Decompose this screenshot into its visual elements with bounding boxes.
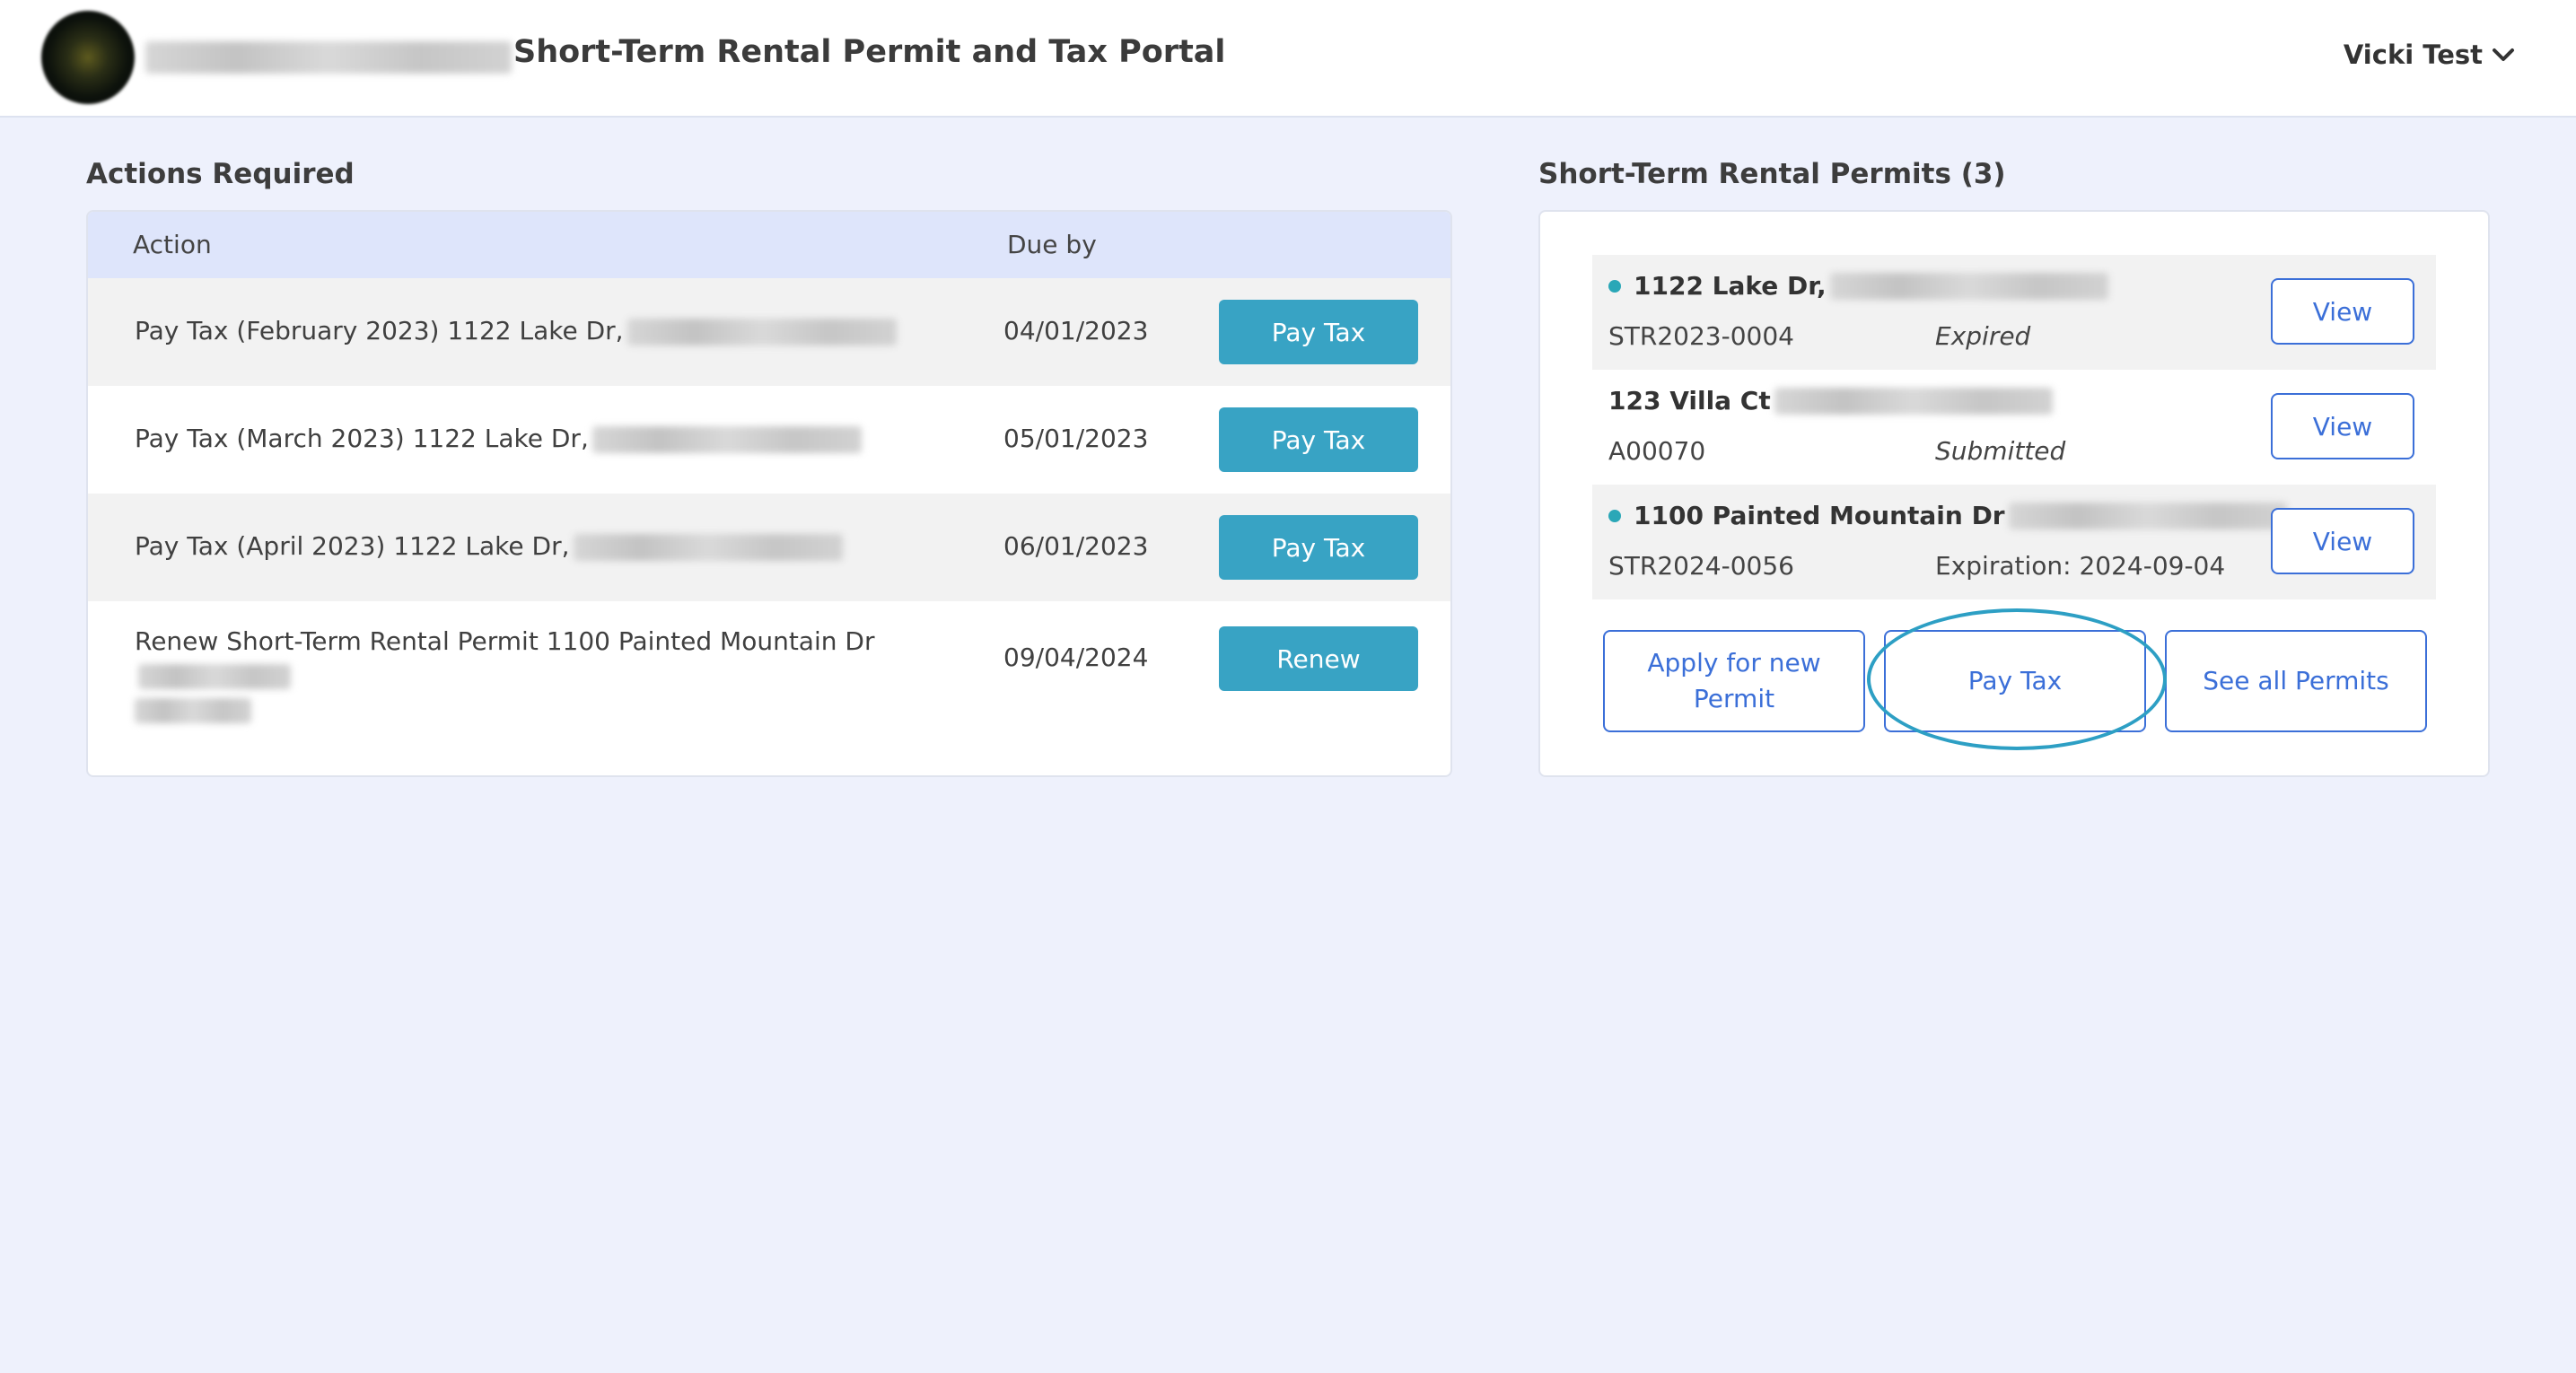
redacted-text xyxy=(1829,272,2108,300)
permit-status: Expiration: 2024-09-04 xyxy=(1935,551,2226,581)
redacted-text xyxy=(2008,502,2287,529)
view-permit-button[interactable]: View xyxy=(2271,393,2414,459)
pay-tax-button[interactable]: Pay Tax xyxy=(1219,515,1418,580)
see-all-permits-button[interactable]: See all Permits xyxy=(2165,630,2427,732)
action-description: Pay Tax (April 2023) 1122 Lake Dr, xyxy=(135,531,843,561)
pay-tax-button[interactable]: Pay Tax xyxy=(1219,300,1418,364)
action-due-date: 05/01/2023 xyxy=(1003,424,1149,453)
redacted-text xyxy=(591,426,862,453)
renew-button[interactable]: Renew xyxy=(1219,626,1418,691)
city-logo[interactable] xyxy=(41,11,135,104)
view-permit-button[interactable]: View xyxy=(2271,278,2414,345)
app-title: Short-Term Rental Permit and Tax Portal xyxy=(513,34,1226,70)
table-row: Renew Short-Term Rental Permit 1100 Pain… xyxy=(88,601,1450,723)
permit-item: 123 Villa Ct A00070 Submitted View xyxy=(1592,370,2436,485)
action-description: Pay Tax (February 2023) 1122 Lake Dr, xyxy=(135,316,897,345)
redacted-city-name xyxy=(145,41,512,74)
column-header-due: Due by xyxy=(1007,230,1097,259)
table-header: Action Due by xyxy=(88,212,1450,278)
chevron-down-icon xyxy=(2492,47,2515,63)
permits-card: 1122 Lake Dr, STR2023-0004 Expired View … xyxy=(1538,210,2490,777)
permit-status: Submitted xyxy=(1935,436,2066,466)
permit-number: STR2023-0004 xyxy=(1608,321,1794,351)
table-row: Pay Tax (April 2023) 1122 Lake Dr, 06/01… xyxy=(88,494,1450,601)
table-row: Pay Tax (February 2023) 1122 Lake Dr, 04… xyxy=(88,278,1450,386)
permit-address: 123 Villa Ct xyxy=(1608,386,2053,415)
action-description: Pay Tax (March 2023) 1122 Lake Dr, xyxy=(135,424,862,453)
permits-title: Short-Term Rental Permits (3) xyxy=(1538,158,2006,190)
redacted-text xyxy=(135,698,251,723)
action-due-date: 04/01/2023 xyxy=(1003,316,1149,345)
table-row: Pay Tax (March 2023) 1122 Lake Dr, 05/01… xyxy=(88,386,1450,494)
view-permit-button[interactable]: View xyxy=(2271,508,2414,574)
actions-required-title: Actions Required xyxy=(86,158,355,190)
pay-tax-button[interactable]: Pay Tax xyxy=(1884,630,2146,732)
permit-status: Expired xyxy=(1935,321,2031,351)
action-due-date: 06/01/2023 xyxy=(1003,531,1149,561)
permit-item: 1122 Lake Dr, STR2023-0004 Expired View xyxy=(1592,255,2436,370)
redacted-text xyxy=(626,319,897,345)
permit-number: STR2024-0056 xyxy=(1608,551,1794,581)
action-description: Renew Short-Term Rental Permit 1100 Pain… xyxy=(135,625,978,727)
status-dot-icon xyxy=(1608,279,1621,293)
apply-new-permit-button[interactable]: Apply for new Permit xyxy=(1603,630,1865,732)
pay-tax-button[interactable]: Pay Tax xyxy=(1219,407,1418,472)
actions-table: Action Due by Pay Tax (February 2023) 11… xyxy=(86,210,1452,777)
redacted-text xyxy=(138,664,291,689)
permit-item: 1100 Painted Mountain Dr STR2024-0056 Ex… xyxy=(1592,485,2436,599)
permit-number: A00070 xyxy=(1608,436,1706,466)
permit-address: 1122 Lake Dr, xyxy=(1608,271,2108,301)
user-name: Vicki Test xyxy=(2343,39,2483,70)
action-due-date: 09/04/2024 xyxy=(1003,643,1149,672)
top-header: Short-Term Rental Permit and Tax Portal … xyxy=(0,0,2576,118)
permit-address: 1100 Painted Mountain Dr xyxy=(1608,501,2287,530)
user-menu[interactable]: Vicki Test xyxy=(2344,39,2515,70)
redacted-text xyxy=(573,534,843,561)
status-dot-icon xyxy=(1608,509,1621,522)
column-header-action: Action xyxy=(133,230,212,259)
redacted-text xyxy=(1774,387,2053,415)
